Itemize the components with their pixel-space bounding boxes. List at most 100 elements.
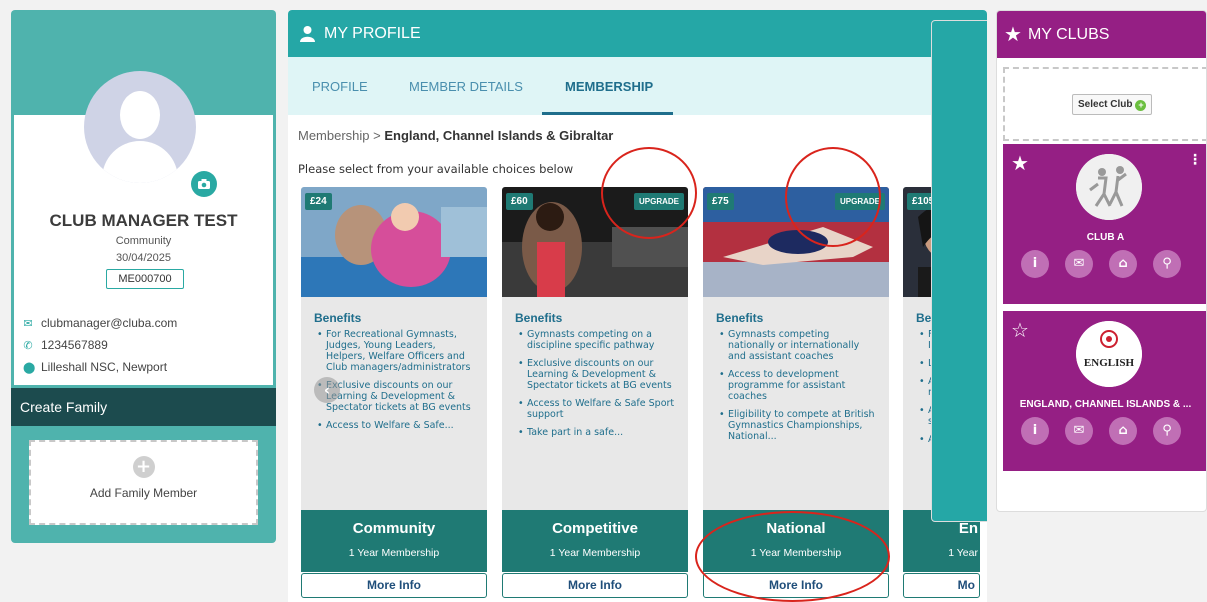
- benefit-item: Exclusive discounts on our Learning & De…: [518, 358, 678, 391]
- member-id-badge: ME000700: [106, 269, 184, 289]
- more-info-button[interactable]: More Info: [703, 573, 889, 598]
- create-family-header: Create Family: [11, 388, 276, 426]
- membership-duration: 1 Year Membership: [348, 547, 440, 559]
- breadcrumb-separator: >: [373, 128, 381, 143]
- benefits-title: Benefits: [716, 311, 764, 325]
- camera-icon[interactable]: [191, 171, 217, 197]
- card-footer[interactable]: Community 1 Year Membership: [301, 510, 487, 572]
- email-text: clubmanager@cluba.com: [41, 316, 178, 330]
- envelope-icon: ✉: [23, 317, 33, 330]
- club-logo: [1076, 154, 1142, 220]
- price-tag: £24: [305, 193, 332, 210]
- club-card-england[interactable]: ☆ ENGLISH ENGLAND, CHANNEL ISLANDS & ...…: [1003, 311, 1206, 471]
- add-family-member-label: Add Family Member: [89, 486, 198, 500]
- active-tab-indicator: [542, 112, 673, 115]
- phone-row: ✆ 1234567889: [23, 338, 108, 352]
- benefit-item: For Recreational Gymnasts, Judges, Young…: [317, 329, 477, 373]
- more-info-button-partial[interactable]: Mo: [903, 573, 980, 598]
- plus-icon: +: [132, 456, 155, 478]
- tab-membership[interactable]: MEMBERSHIP: [565, 79, 653, 94]
- user-icon: [300, 26, 315, 42]
- phone-icon: ✆: [23, 339, 33, 352]
- my-clubs-panel: ★ MY CLUBS Select Club + ★ ⋮ CLUB A i ✉ ⌂…: [996, 10, 1207, 512]
- tab-profile[interactable]: PROFILE: [312, 79, 368, 94]
- map-pin-icon[interactable]: ⚲: [1153, 417, 1181, 445]
- add-family-member-button[interactable]: + Add Family Member: [29, 440, 258, 525]
- more-options-icon[interactable]: ⋮: [1188, 152, 1202, 168]
- my-profile-panel: MY PROFILE PROFILE MEMBER DETAILS MEMBER…: [288, 10, 987, 602]
- avatar[interactable]: [84, 71, 196, 183]
- email-row: ✉ clubmanager@cluba.com: [23, 316, 177, 330]
- membership-name: Competitive: [552, 520, 638, 537]
- profile-sidebar: CLUB MANAGER TEST Community 30/04/2025 M…: [11, 10, 276, 543]
- benefit-item: Exclusive discounts on our Learning & De…: [317, 380, 477, 413]
- home-icon[interactable]: ⌂: [1109, 250, 1137, 278]
- more-info-button[interactable]: More Info: [502, 573, 688, 598]
- breadcrumb: Membership > England, Channel Islands & …: [298, 128, 613, 143]
- benefit-item: Access to development programme for assi…: [719, 369, 879, 402]
- carousel-prev-button[interactable]: ‹: [314, 377, 340, 403]
- benefit-item: Access to Welfare & Safe...: [317, 420, 477, 431]
- favorite-star-icon[interactable]: ★: [1011, 151, 1029, 175]
- club-card-club-a[interactable]: ★ ⋮ CLUB A i ✉ ⌂ ⚲: [1003, 144, 1206, 304]
- benefit-item: Gymnasts competing on a discipline speci…: [518, 329, 678, 351]
- map-pin-icon[interactable]: ⚲: [1153, 250, 1181, 278]
- membership-name: National: [766, 520, 826, 537]
- membership-name: Community: [352, 520, 436, 537]
- my-profile-title: MY PROFILE: [324, 24, 421, 42]
- benefits-list: For Recreational Gymnasts, Judges, Young…: [317, 329, 477, 438]
- tab-member-details[interactable]: MEMBER DETAILS: [409, 79, 523, 94]
- add-icon: +: [1135, 100, 1147, 111]
- my-profile-header: MY PROFILE: [288, 10, 987, 57]
- membership-type: Community: [115, 235, 172, 247]
- select-club-label: Select Club: [1078, 99, 1133, 110]
- card-footer[interactable]: National 1 Year Membership: [703, 510, 889, 572]
- my-clubs-title: MY CLUBS: [1027, 25, 1110, 43]
- benefits-list: Gymnasts competing nationally or interna…: [719, 329, 879, 449]
- my-clubs-header: ★ MY CLUBS: [997, 11, 1206, 58]
- info-icon[interactable]: i: [1021, 417, 1049, 445]
- membership-duration: 1 Year Membership: [549, 547, 641, 559]
- card-footer[interactable]: Competitive 1 Year Membership: [502, 510, 688, 572]
- membership-card-competitive[interactable]: £60 UPGRADE Benefits Gymnasts competing …: [502, 187, 688, 572]
- breadcrumb-root[interactable]: Membership: [298, 128, 370, 143]
- mail-icon[interactable]: ✉: [1065, 250, 1093, 278]
- price-tag: £75: [707, 193, 734, 210]
- benefits-title: Benefits: [314, 311, 362, 325]
- club-logo: ENGLISH: [1076, 321, 1142, 387]
- profile-tabs: PROFILE MEMBER DETAILS MEMBERSHIP: [288, 57, 987, 115]
- club-name: ENGLAND, CHANNEL ISLANDS & ...: [1019, 399, 1192, 410]
- carousel-next-button[interactable]: ›: [931, 20, 987, 522]
- membership-duration: 1 Year: [948, 547, 978, 559]
- benefit-item: Take part in a safe...: [518, 427, 678, 438]
- club-actions: i ✉ ⌂ ⚲: [1021, 250, 1181, 278]
- phone-text: 1234567889: [41, 338, 108, 352]
- benefit-item: Gymnasts competing nationally or interna…: [719, 329, 879, 362]
- profile-name: CLUB MANAGER TEST: [49, 211, 238, 230]
- location-pin-icon: ⬤: [23, 361, 36, 374]
- club-actions: i ✉ ⌂ ⚲: [1021, 417, 1181, 445]
- breadcrumb-current: England, Channel Islands & Gibraltar: [384, 128, 614, 143]
- membership-duration: 1 Year Membership: [750, 547, 842, 559]
- upgrade-badge: UPGRADE: [834, 193, 885, 210]
- select-club-button[interactable]: Select Club +: [1072, 94, 1153, 115]
- membership-name: En: [958, 520, 978, 537]
- location-text: Lilleshall NSC, Newport: [41, 360, 168, 374]
- price-tag: £60: [506, 193, 533, 210]
- home-icon[interactable]: ⌂: [1109, 417, 1137, 445]
- benefits-title: Benefits: [515, 311, 563, 325]
- instructions-text: Please select from your available choice…: [298, 162, 574, 176]
- mail-icon[interactable]: ✉: [1065, 417, 1093, 445]
- location-row: ⬤ Lilleshall NSC, Newport: [23, 360, 167, 374]
- info-icon[interactable]: i: [1021, 250, 1049, 278]
- favorite-star-outline-icon[interactable]: ☆: [1011, 318, 1029, 342]
- club-name: CLUB A: [1086, 232, 1125, 243]
- benefit-item: Access to Welfare & Safe Sport support: [518, 398, 678, 420]
- membership-card-national[interactable]: £75 UPGRADE Benefits Gymnasts competing …: [703, 187, 889, 572]
- membership-date: 30/04/2025: [115, 252, 172, 264]
- more-info-button[interactable]: More Info: [301, 573, 487, 598]
- benefit-item: Eligibility to compete at British Gymnas…: [719, 409, 879, 442]
- logo-text: ENGLISH: [1084, 357, 1135, 369]
- star-icon: ★: [1004, 24, 1022, 46]
- select-club-area: Select Club +: [1003, 67, 1206, 141]
